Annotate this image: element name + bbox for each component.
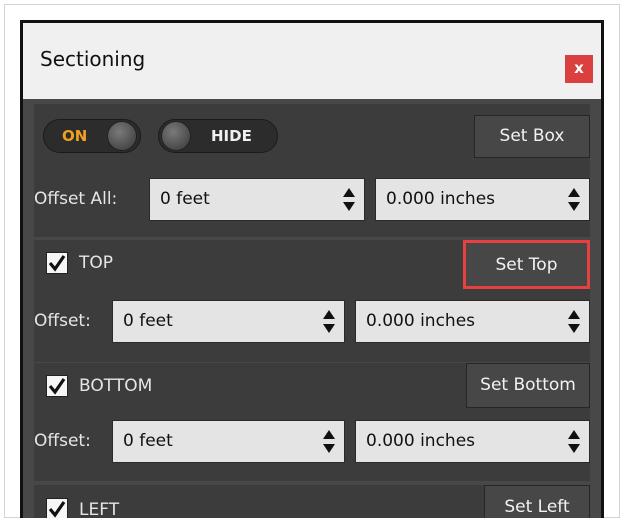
on-toggle-knob — [107, 121, 137, 151]
spinner-arrows-icon[interactable] — [567, 429, 581, 455]
left-label: LEFT — [79, 500, 120, 518]
sectioning-dialog: Sectioning x ON HIDE Set Box Offset All:… — [20, 20, 604, 518]
offset-all-label: Offset All: — [34, 189, 118, 209]
top-feet-value: 0 feet — [123, 311, 173, 331]
hide-toggle-knob — [161, 121, 191, 151]
top-label: TOP — [79, 253, 114, 273]
top-section: TOP Set Top Offset: 0 feet 0.000 inches — [34, 240, 590, 362]
spinner-arrows-icon[interactable] — [342, 187, 356, 213]
window-title: Sectioning — [40, 47, 146, 71]
offset-all-feet-spinner[interactable]: 0 feet — [149, 178, 365, 221]
checkmark-icon — [48, 501, 66, 518]
checkmark-icon — [48, 378, 66, 395]
top-feet-spinner[interactable]: 0 feet — [112, 300, 345, 343]
offset-all-inches-value: 0.000 inches — [386, 189, 496, 209]
bottom-feet-spinner[interactable]: 0 feet — [112, 420, 345, 463]
hide-label: HIDE — [211, 127, 252, 145]
on-toggle[interactable]: ON — [43, 119, 141, 153]
left-checkbox[interactable] — [46, 498, 68, 518]
offset-all-feet-value: 0 feet — [160, 189, 210, 209]
bottom-feet-value: 0 feet — [123, 431, 173, 451]
spinner-arrows-icon[interactable] — [567, 309, 581, 335]
close-icon: x — [574, 59, 584, 77]
spinner-arrows-icon[interactable] — [322, 309, 336, 335]
bottom-inches-spinner[interactable]: 0.000 inches — [355, 420, 590, 463]
set-left-button[interactable]: Set Left — [484, 485, 590, 518]
bottom-inches-value: 0.000 inches — [366, 431, 476, 451]
hide-toggle[interactable]: HIDE — [158, 119, 278, 153]
top-inches-spinner[interactable]: 0.000 inches — [355, 300, 590, 343]
left-section: LEFT Set Left — [34, 485, 590, 518]
title-bar: Sectioning x — [23, 23, 601, 99]
bottom-section: BOTTOM Set Bottom Offset: 0 feet 0.000 i… — [34, 363, 590, 481]
set-bottom-button[interactable]: Set Bottom — [466, 363, 590, 408]
top-inches-value: 0.000 inches — [366, 311, 476, 331]
bottom-label: BOTTOM — [79, 376, 153, 396]
set-box-button[interactable]: Set Box — [474, 115, 590, 158]
close-button[interactable]: x — [565, 55, 593, 83]
on-label: ON — [62, 127, 88, 145]
set-top-button[interactable]: Set Top — [463, 240, 590, 289]
global-controls-section: ON HIDE Set Box Offset All: 0 feet 0.000… — [34, 104, 590, 237]
top-checkbox[interactable] — [46, 252, 68, 274]
top-offset-label: Offset: — [34, 311, 91, 331]
spinner-arrows-icon[interactable] — [322, 429, 336, 455]
bottom-checkbox[interactable] — [46, 375, 68, 397]
checkmark-icon — [48, 255, 66, 272]
offset-all-inches-spinner[interactable]: 0.000 inches — [375, 178, 590, 221]
bottom-offset-label: Offset: — [34, 431, 91, 451]
spinner-arrows-icon[interactable] — [567, 187, 581, 213]
